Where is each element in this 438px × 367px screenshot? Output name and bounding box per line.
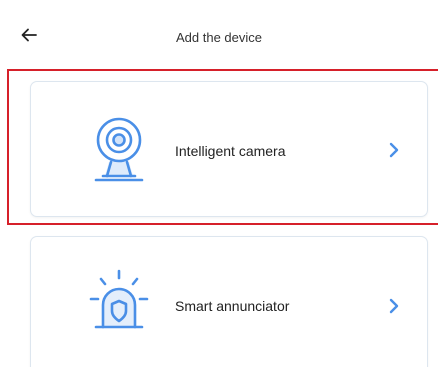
device-card-smart-annunciator[interactable]: Smart annunciator <box>30 236 428 367</box>
selection-highlight-box <box>7 69 438 225</box>
header-bar: Add the device <box>0 0 438 80</box>
chevron-right-icon <box>389 298 399 314</box>
device-label: Smart annunciator <box>175 298 290 314</box>
alarm-siren-icon <box>89 269 149 329</box>
page-title: Add the device <box>175 30 262 45</box>
add-device-screen: Add the device Intelligent camera Smart … <box>0 0 438 367</box>
